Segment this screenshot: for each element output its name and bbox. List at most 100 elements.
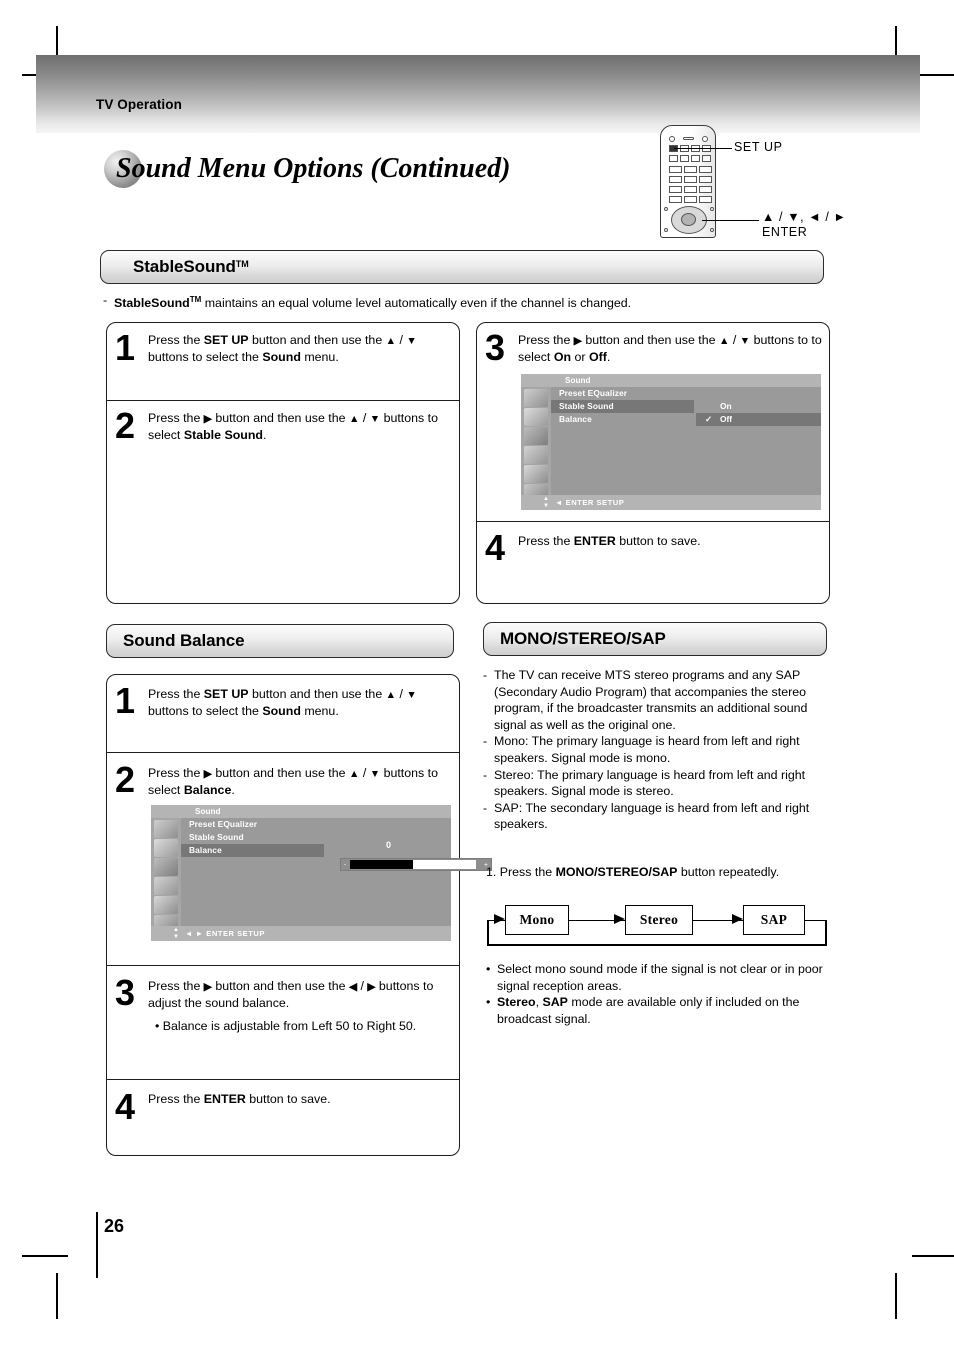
page-title: Sound Menu Options (Continued) [104,150,510,188]
crop-mark-bottom-left-horizontal [22,1255,68,1257]
speaker-icon[interactable] [524,427,548,445]
page-title-text: Sound Menu Options (Continued) [116,153,511,184]
step-number: 4 [485,527,506,568]
speaker-icon[interactable] [154,858,178,876]
remote-key-icon [684,196,697,203]
remote-key-icon [691,155,700,162]
stablesound-description: - StableSoundTM maintains an equal volum… [103,292,823,312]
bullet-text: The TV can receive MTS stereo programs a… [494,668,808,732]
tv-screen-icon[interactable] [524,408,548,426]
note-row: • Stereo, SAP mode are available only if… [486,994,828,1027]
leader-line-enter [702,220,759,222]
osd-footer-hints: ◄ ► ENTER SETUP [185,929,265,938]
step-number: 3 [485,327,506,368]
leader-line-setup [674,148,732,150]
mono-stereo-sap-instruction: 1. Press the MONO/STEREO/SAP button repe… [486,865,780,879]
remote-key-icon [699,176,712,183]
osd-menu-item-selected[interactable]: Balance [181,844,324,857]
osd-icon-rail [151,818,181,933]
sound-balance-heading-text: Sound Balance [123,631,245,650]
remote-key-icon [684,166,697,173]
bullet-text: Stereo: The primary language is heard fr… [494,767,806,799]
remote-key-icon [699,166,712,173]
remote-dpad-inner-icon [681,213,696,226]
bullet-row: - Stereo: The primary language is heard … [483,767,831,800]
step-number: 3 [115,972,136,1013]
osd-option-off-label: Off [720,414,733,424]
remote-corner-led-icon [664,207,668,211]
balance-slider-track[interactable] [350,860,476,869]
disc-icon[interactable] [154,877,178,895]
satellite-dish-icon[interactable] [524,389,548,407]
satellite-dish-icon[interactable] [154,820,178,838]
step-text: Press the SET UP button and then use the… [148,687,417,719]
balance-slider-fill [350,860,413,869]
step-text: Press the ENTER button to save. [518,534,701,548]
crop-mark-bottom-left-vertical [56,1273,58,1319]
mono-stereo-sap-heading-text: MONO/STEREO/SAP [500,629,666,648]
osd-menu-list: Preset EQualizer Stable Sound Balance [181,818,324,926]
flow-arrowhead-icon [732,914,743,924]
flow-arrowhead-icon [614,914,625,924]
flow-loop-right [805,919,827,922]
osd-screenshot-stable-sound: Sound Preset EQualizer Stable Sound Bala… [521,374,821,510]
page-header-band [36,55,920,133]
flow-loop-up-left [487,919,489,946]
page-number: 26 [104,1216,125,1236]
flow-box-stereo: Stereo [625,905,693,935]
remote-corner-led-icon [710,228,714,232]
page-number-rule [96,1212,98,1278]
stablesound-description-text: StableSoundTM maintains an equal volume … [114,295,632,311]
flow-loop-down-right [825,919,827,946]
remote-corner-led-icon [664,228,668,232]
osd-menu-item[interactable]: Preset EQualizer [551,387,694,400]
section-header-stablesound: StableSoundTM [100,250,824,284]
osd-option-off[interactable]: ✓ Off [696,413,821,426]
minus-icon[interactable]: - [344,860,346,871]
tv-screen-icon[interactable] [154,839,178,857]
osd-screenshot-balance: Sound Preset EQualizer Stable Sound Bala… [151,805,492,941]
osd-menu-item[interactable]: Stable Sound [181,831,324,844]
section-header-mono-stereo-sap: MONO/STEREO/SAP [483,622,827,656]
osd-footer-bar: ◄ ► ENTER SETUP ▲ ▼ [151,926,451,941]
step-number: 4 [115,1086,136,1127]
flow-loop-bottom [487,944,827,946]
osd-up-arrow-icon: ▲ [543,496,549,502]
bullet-row: - The TV can receive MTS stereo programs… [483,667,831,733]
osd-check-icon: ✓ [705,414,713,424]
osd-icon-rail [521,387,551,502]
bullet-text: SAP: The secondary language is heard fro… [494,800,810,832]
osd-menu-item[interactable]: Balance [551,413,694,426]
note-row: • Select mono sound mode if the signal i… [486,961,828,994]
step-number: 1 [115,327,136,368]
section-header-sound-balance: Sound Balance [106,624,454,658]
remote-key-icon [669,196,682,203]
remote-setup-label: SET UP [734,140,783,154]
remote-icon[interactable] [524,465,548,483]
remote-enter-label: ENTER [762,225,808,239]
disc-icon[interactable] [524,446,548,464]
step-divider [477,521,829,523]
step-text: Press the ▶ button and then use the ▲ / … [148,411,438,443]
step-number: 2 [115,759,136,800]
mono-stereo-sap-flow-diagram: Mono Stereo SAP [483,895,831,955]
osd-option-on[interactable]: On [696,400,821,413]
flow-arrowhead-icon [494,914,505,924]
crop-mark-bottom-right-horizontal [912,1255,954,1257]
balance-slider[interactable]: - + [340,858,492,871]
remote-key-icon [669,176,682,183]
osd-titlebar: Sound [151,805,451,818]
osd-option-panel: On ✓ Off [696,387,821,495]
bullet-row: - SAP: The secondary language is heard f… [483,800,831,833]
step-number: 2 [115,405,136,446]
remote-icon[interactable] [154,896,178,914]
osd-titlebar: Sound [521,374,821,387]
trademark-symbol: TM [235,259,249,269]
dash-marker: - [483,734,488,749]
step-text: Press the ▶ button and then use the ▲ / … [148,766,438,798]
osd-menu-item[interactable]: Preset EQualizer [181,818,324,831]
remote-key-top-icon [683,137,694,140]
osd-menu-item-selected[interactable]: Stable Sound [551,400,694,413]
stablesound-heading-text: StableSound [133,257,236,276]
remote-key-icon [680,155,689,162]
